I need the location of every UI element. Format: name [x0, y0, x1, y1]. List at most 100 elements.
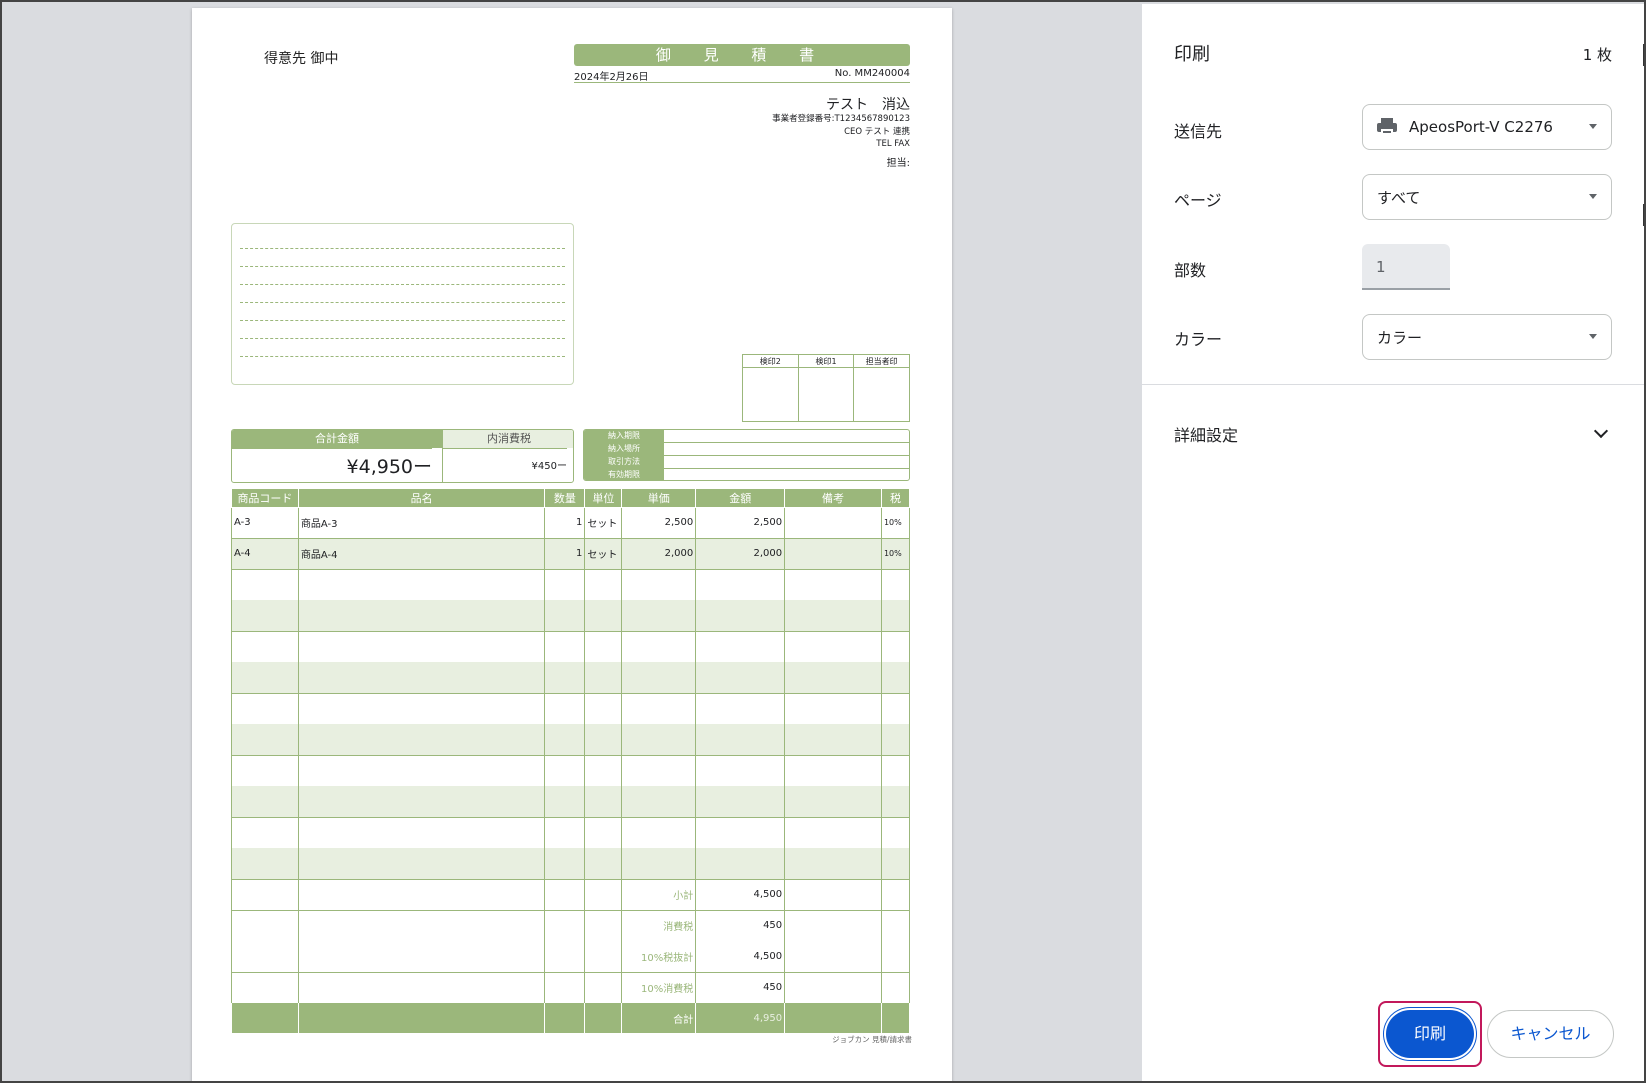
- empty-row: [231, 569, 911, 600]
- estimate-document: 得意先 御中 御 見 積 書 2024年2月26日 No. MM240004 テ…: [192, 8, 952, 1081]
- document-title: 御 見 積 書: [574, 44, 910, 66]
- color-select[interactable]: カラー: [1362, 314, 1612, 360]
- item-name: 商品A-4: [297, 538, 546, 570]
- grand-total-label: 合計: [621, 1003, 697, 1033]
- title-underline: [574, 82, 910, 83]
- delivery-info-box: 納入期限 納入場所 取引方法 有効期限: [583, 429, 910, 481]
- destination-label: 送信先: [1174, 122, 1223, 141]
- sheet-count: 1 枚: [1582, 46, 1612, 64]
- company-name: テスト 消込: [826, 97, 910, 113]
- dropdown-caret-icon: [1589, 334, 1597, 339]
- tel-fax: TEL FAX: [876, 139, 910, 149]
- destination-select[interactable]: ApeosPort-V C2276: [1362, 104, 1612, 150]
- item-price: 2,500: [621, 507, 697, 539]
- empty-row: [231, 600, 911, 632]
- empty-row: [231, 724, 911, 756]
- summary-label: 消費税: [621, 910, 697, 941]
- stamp-box: 検印2: [743, 355, 799, 421]
- delivery-key: 取引方法: [584, 456, 664, 468]
- column-header: 単位: [584, 489, 623, 508]
- stamp-box: 担当者印: [854, 355, 910, 421]
- person-in-charge: 担当:: [886, 158, 910, 169]
- color-value: カラー: [1377, 328, 1423, 347]
- column-header: 商品コード: [231, 489, 299, 508]
- stamp-boxes: 検印2 検印1 担当者印: [742, 354, 910, 422]
- summary-row: 10%消費税 450: [231, 972, 911, 1003]
- empty-row: [231, 755, 911, 786]
- summary-row: 消費税 450: [231, 910, 911, 941]
- column-header: 金額: [695, 489, 786, 508]
- item-amount: 2,000: [695, 538, 786, 570]
- item-tax: 10%: [880, 507, 911, 539]
- empty-row: [231, 631, 911, 662]
- total-value: ¥4,950ー: [232, 448, 432, 482]
- pages-value: すべて: [1377, 188, 1421, 207]
- stamp-label: 担当者印: [854, 355, 910, 368]
- panel-title: 印刷: [1174, 44, 1210, 65]
- stamp-label: 検印2: [743, 355, 798, 368]
- summary-value: 4,500: [695, 941, 786, 973]
- print-settings-panel: 印刷 1 枚 送信先 ApeosPort-V C2276 ページ すべて 部数 …: [1142, 4, 1644, 1081]
- copies-input[interactable]: 1: [1362, 244, 1450, 290]
- memo-line: [240, 248, 565, 249]
- item-unit: セット: [584, 538, 623, 570]
- item-qty: 1: [544, 538, 586, 570]
- item-note: [784, 507, 882, 539]
- total-label: 合計金額: [232, 430, 442, 448]
- delivery-row: 取引方法: [584, 456, 909, 469]
- item-unit: セット: [584, 507, 623, 539]
- table-header: 商品コード 品名 数量 単位 単価 金額 備考 税: [231, 489, 911, 508]
- empty-row: [231, 817, 911, 848]
- registration-number: 事業者登録番号:T1234567890123: [772, 114, 910, 124]
- cancel-button[interactable]: キャンセル: [1487, 1010, 1614, 1058]
- column-header: 単価: [621, 489, 697, 508]
- summary-value: 450: [695, 972, 786, 1003]
- item-code: A-4: [231, 538, 299, 570]
- item-code: A-3: [231, 507, 299, 539]
- print-button[interactable]: 印刷: [1386, 1010, 1474, 1058]
- tax-value: ¥450ー: [442, 448, 567, 482]
- pages-select[interactable]: すべて: [1362, 174, 1612, 220]
- summary-row: 小計 4,500: [231, 879, 911, 911]
- summary-label: 小計: [621, 879, 697, 911]
- table-row: A-3 商品A-3 1 セット 2,500 2,500 10%: [231, 507, 911, 539]
- pages-label: ページ: [1174, 191, 1222, 210]
- copies-label: 部数: [1174, 261, 1207, 280]
- memo-line: [240, 302, 565, 303]
- advanced-settings-toggle[interactable]: 詳細設定: [1174, 422, 1238, 446]
- item-name: 商品A-3: [297, 507, 546, 539]
- item-qty: 1: [544, 507, 586, 539]
- total-amount-box: 合計金額 内消費税 ¥4,950ー ¥450ー: [231, 429, 574, 483]
- footer-note: ジョブカン 見積/請求書: [832, 1035, 912, 1044]
- empty-row: [231, 848, 911, 880]
- delivery-row: 納入場所: [584, 443, 909, 456]
- memo-line: [240, 356, 565, 357]
- memo-box: [231, 223, 574, 385]
- empty-row: [231, 693, 911, 724]
- client-name: 得意先 御中: [264, 51, 339, 67]
- dropdown-caret-icon: [1589, 194, 1597, 199]
- memo-line: [240, 266, 565, 267]
- summary-label: 10%税抜計: [621, 941, 697, 973]
- delivery-key: 納入場所: [584, 443, 664, 455]
- column-header: 数量: [544, 489, 586, 508]
- item-amount: 2,500: [695, 507, 786, 539]
- delivery-row: 納入期限: [584, 430, 909, 443]
- summary-row: 10%税抜計 4,500: [231, 941, 911, 973]
- chevron-down-icon[interactable]: [1593, 423, 1609, 439]
- preview-area[interactable]: 得意先 御中 御 見 積 書 2024年2月26日 No. MM240004 テ…: [2, 2, 1142, 1081]
- color-label: カラー: [1174, 330, 1223, 349]
- table-row: A-4 商品A-4 1 セット 2,000 2,000 10%: [231, 538, 911, 570]
- delivery-key: 納入期限: [584, 430, 664, 442]
- ceo-name: CEO テスト 連携: [844, 127, 910, 137]
- empty-row: [231, 662, 911, 694]
- delivery-row: 有効期限: [584, 469, 909, 480]
- tax-label: 内消費税: [442, 430, 573, 448]
- summary-value: 4,500: [695, 879, 786, 911]
- stamp-box: 検印1: [798, 355, 855, 421]
- dropdown-caret-icon: [1589, 124, 1597, 129]
- column-header: 税: [880, 489, 911, 508]
- memo-line: [240, 338, 565, 339]
- column-header: 品名: [297, 489, 546, 508]
- printer-icon: [1377, 118, 1397, 136]
